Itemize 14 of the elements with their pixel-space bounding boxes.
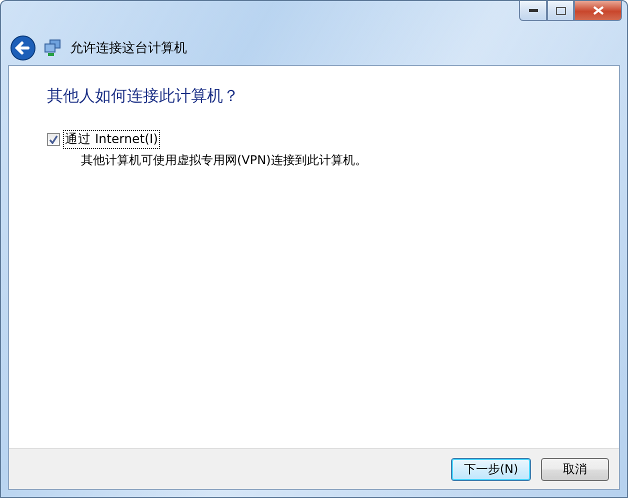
close-button[interactable] [574,1,622,21]
network-computers-icon [44,39,62,57]
maximize-icon [556,6,566,14]
option-description: 其他计算机可使用虚拟专用网(VPN)连接到此计算机。 [81,152,368,169]
minimize-button[interactable] [519,1,547,21]
page-heading: 其他人如何连接此计算机？ [47,86,240,107]
maximize-button[interactable] [547,1,574,21]
cancel-button[interactable]: 取消 [541,458,609,480]
checkbox[interactable] [47,133,60,146]
checkbox-label[interactable]: 通过 Internet(I) [64,131,160,148]
window-title: 允许连接这台计算机 [70,40,187,57]
minimize-icon [528,9,538,12]
close-icon [592,6,604,15]
next-button[interactable]: 下一步(N) [451,458,531,480]
